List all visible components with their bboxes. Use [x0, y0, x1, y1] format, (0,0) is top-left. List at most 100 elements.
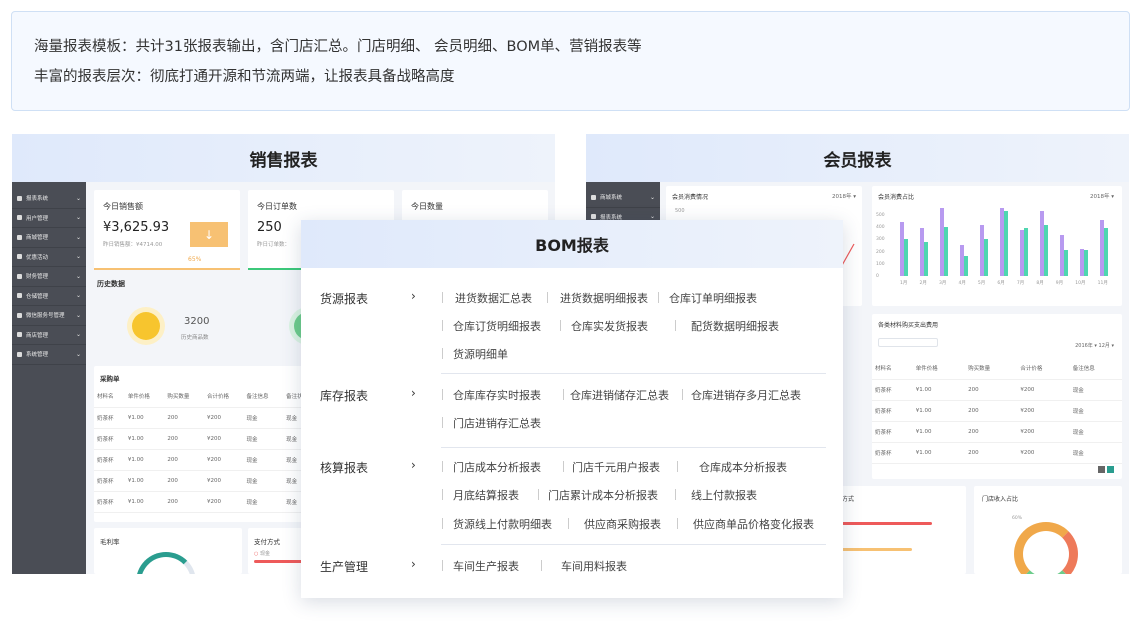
- pay-item-label: 现金: [259, 551, 270, 557]
- sidebar-item[interactable]: 商城管理 ⌄: [12, 228, 86, 248]
- report-link[interactable]: 仓库订单明细报表: [669, 290, 757, 306]
- pie-chart: [1014, 522, 1078, 574]
- purchase-table: 材料名 单件价格 购买数量 合计价格 备注信息 备注状 奶茶杯 ¥1.00 200 ¥200 现金…: [94, 386, 314, 513]
- chevron-right-icon[interactable]: ›: [411, 386, 416, 400]
- report-link[interactable]: 车间用料报表: [561, 558, 627, 574]
- x-tick: 4月: [958, 281, 966, 286]
- divider: [442, 560, 443, 571]
- year-select[interactable]: 2018年 ▾: [1090, 192, 1114, 200]
- sidebar-item[interactable]: 商城系统 ⌄: [586, 188, 660, 208]
- sidebar-item[interactable]: 仓储管理 ⌄: [12, 287, 86, 306]
- chevron-down-icon: ⌄: [75, 331, 81, 339]
- report-link[interactable]: 进货数据汇总表: [455, 290, 532, 306]
- cell: ¥1.00: [124, 470, 165, 492]
- column-header: 购买数量: [164, 386, 204, 408]
- bar-plot: [894, 208, 1114, 276]
- divider: [541, 560, 542, 571]
- sidebar-item[interactable]: 用户管理 ⌄: [12, 209, 86, 228]
- table-row: 奶茶杯 ¥1.00 200 ¥200 现金 现金: [94, 449, 314, 471]
- next-page-button[interactable]: [1107, 466, 1114, 473]
- cell: 200: [164, 428, 204, 450]
- chevron-right-icon[interactable]: ›: [411, 289, 416, 303]
- divider: [560, 320, 561, 331]
- year-select-label: 2018年: [1089, 194, 1110, 200]
- date-filter[interactable]: 2016年 ▾ 12月 ▾: [1075, 342, 1114, 349]
- category-production[interactable]: 生产管理: [320, 558, 368, 575]
- cell: 现金: [243, 449, 284, 471]
- y-tick: 100: [876, 261, 885, 267]
- divider: [442, 320, 443, 331]
- sidebar-item-label: 系统管理: [26, 352, 49, 359]
- y-tick: 300: [876, 237, 885, 243]
- x-tick: 2月: [919, 281, 927, 286]
- pay-method-card: 方式: [836, 486, 966, 574]
- x-axis: 1月 2月 3月 4月 5月 6月 7月 8月 9月 10月 11月: [894, 280, 1114, 286]
- report-link[interactable]: 货源线上付款明细表: [453, 516, 552, 532]
- report-link[interactable]: 车间生产报表: [453, 558, 519, 574]
- store-income-card: 门店收入占比 60%: [974, 486, 1122, 574]
- cell: 现金: [243, 470, 284, 492]
- divider: [677, 461, 678, 472]
- sidebar-item[interactable]: 商店管理 ⌄: [12, 326, 86, 345]
- chevron-right-icon[interactable]: ›: [411, 557, 416, 571]
- pay-title: 支付方式: [254, 538, 280, 546]
- report-link[interactable]: 配货数据明细报表: [691, 318, 779, 334]
- bar-series-b: [1104, 228, 1108, 276]
- cell: 奶茶杯: [94, 449, 125, 471]
- cell: ¥1.00: [124, 407, 165, 429]
- chevron-right-icon[interactable]: ›: [411, 458, 416, 472]
- table-row: 奶茶杯 ¥1.00 200 ¥200 现金 现金: [94, 407, 314, 429]
- search-input[interactable]: [878, 338, 938, 347]
- category-inventory[interactable]: 库存报表: [320, 387, 368, 404]
- report-link[interactable]: 进货数据明细报表: [560, 290, 648, 306]
- sidebar-item[interactable]: 优惠活动 ⌄: [12, 248, 86, 267]
- cell: 现金: [243, 491, 284, 513]
- progress-bar: [94, 268, 240, 270]
- report-link[interactable]: 仓库库存实时报表: [453, 387, 541, 403]
- menu-icon: [17, 273, 22, 279]
- cell: 现金: [1069, 442, 1122, 464]
- report-link[interactable]: 门店成本分析报表: [453, 459, 541, 475]
- cell: 现金: [243, 428, 284, 450]
- report-link[interactable]: 仓库进销储存汇总表: [570, 387, 669, 403]
- prev-page-button[interactable]: [1098, 466, 1105, 473]
- report-link[interactable]: 供应商单品价格变化报表: [693, 516, 814, 532]
- group-divider: [441, 447, 826, 448]
- report-link[interactable]: 货源明细单: [453, 346, 508, 362]
- report-link[interactable]: 门店进销存汇总表: [453, 415, 541, 431]
- filter-month: 12月: [1098, 343, 1110, 349]
- divider: [682, 389, 683, 400]
- y-axis: 500 400 300 200 100 0: [876, 210, 885, 283]
- cell: ¥200: [1017, 400, 1070, 422]
- y-tick: 0: [876, 274, 879, 280]
- report-link[interactable]: 供应商采购报表: [584, 516, 661, 532]
- report-link[interactable]: 门店累计成本分析报表: [548, 487, 658, 503]
- card-value: 250: [257, 220, 282, 235]
- chevron-down-icon: ⌄: [75, 253, 81, 261]
- year-select[interactable]: 2018年 ▾: [832, 192, 856, 200]
- report-link[interactable]: 仓库进销存多月汇总表: [691, 387, 801, 403]
- table-row: 奶茶杯 ¥1.00 200 ¥200 现金: [872, 400, 1122, 422]
- report-link[interactable]: 仓库实发货报表: [571, 318, 648, 334]
- cell: ¥1.00: [124, 428, 165, 450]
- sales-report-title: 销售报表: [12, 134, 555, 182]
- sidebar-item[interactable]: 财务管理 ⌄: [12, 267, 86, 287]
- column-header: 备注信息: [243, 386, 284, 408]
- cell: ¥200: [203, 470, 244, 492]
- report-link[interactable]: 门店千元用户报表: [572, 459, 660, 475]
- sidebar-item[interactable]: 微信服务号管理 ⌄: [12, 306, 86, 326]
- report-link[interactable]: 仓库成本分析报表: [699, 459, 787, 475]
- category-accounting[interactable]: 核算报表: [320, 459, 368, 476]
- cell: ¥200: [203, 407, 244, 429]
- report-link[interactable]: 仓库订货明细报表: [453, 318, 541, 334]
- history-label: 历史商品数: [181, 335, 209, 341]
- divider: [568, 518, 569, 529]
- report-link[interactable]: 月底结算报表: [453, 487, 519, 503]
- pagination[interactable]: [1098, 466, 1114, 473]
- material-table: 材料名 单件价格 购买数量 合计价格 备注信息 奶茶杯 ¥1.00 200 ¥200 现金 奶茶…: [872, 358, 1122, 464]
- sidebar-item[interactable]: 报表系统 ⌄: [12, 189, 86, 209]
- column-header: 合计价格: [1017, 358, 1070, 380]
- category-sourcing[interactable]: 货源报表: [320, 290, 368, 307]
- sidebar-item[interactable]: 系统管理 ⌄: [12, 345, 86, 365]
- report-link[interactable]: 线上付款报表: [691, 487, 757, 503]
